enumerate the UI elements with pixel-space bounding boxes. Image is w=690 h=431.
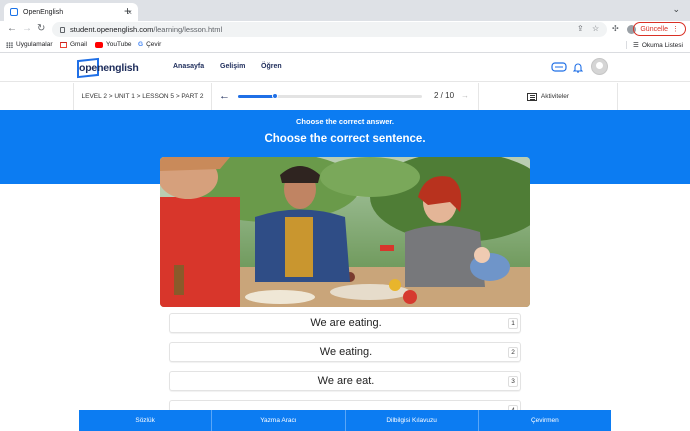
apps-grid-icon	[6, 41, 13, 48]
answer-option-3[interactable]: We are eat. 3	[169, 371, 521, 391]
update-label: Güncelle	[640, 25, 668, 33]
nav-progress[interactable]: Gelişim	[220, 63, 245, 70]
bookmark-label: Uygulamalar	[16, 41, 53, 48]
previous-arrow-icon[interactable]: ←	[219, 90, 230, 102]
browser-tab[interactable]: OpenEnglish ×	[4, 3, 138, 21]
lesson-photo	[160, 157, 530, 307]
bookmarks-bar: Uygulamalar Gmail YouTube G Çevir ☰ Okum…	[0, 38, 690, 53]
url-domain: student.openenglish.com	[70, 25, 154, 34]
option-text: We are eat.	[317, 375, 375, 387]
google-icon: G	[138, 41, 144, 48]
bookmark-gmail[interactable]: Gmail	[60, 41, 87, 48]
grammar-guide-button[interactable]: Dilbilgisi Kılavuzu	[345, 410, 479, 431]
share-icon[interactable]: ⇪	[577, 24, 584, 33]
bookmark-label: YouTube	[106, 41, 132, 48]
activities-button[interactable]: Aktiviteler	[478, 83, 618, 110]
activities-label: Aktiviteler	[540, 93, 570, 100]
new-tab-button[interactable]: +	[124, 4, 131, 18]
breadcrumb: LEVEL 2 > UNIT 1 > LESSON 5 > PART 2	[73, 83, 212, 110]
nav-home[interactable]: Anasayfa	[173, 63, 204, 70]
option-text: We are eating.	[310, 317, 382, 329]
bookmark-youtube[interactable]: YouTube	[95, 41, 132, 48]
bookmark-label: Gmail	[70, 41, 87, 48]
progress-bar	[238, 93, 422, 99]
bookmark-star-icon[interactable]: ☆	[592, 24, 599, 33]
reading-list-button[interactable]: ☰ Okuma Listesi	[625, 41, 683, 49]
reading-list-label: Okuma Listesi	[641, 41, 683, 49]
chat-icon[interactable]	[551, 62, 567, 75]
option-number: 2	[508, 347, 518, 358]
reload-icon[interactable]: ↻	[37, 23, 45, 34]
tab-title: OpenEnglish	[23, 8, 64, 16]
openenglish-favicon-icon	[10, 8, 18, 16]
reading-list-icon: ☰	[632, 42, 639, 49]
writing-tool-button[interactable]: Yazma Aracı	[212, 410, 346, 431]
page-counter: 2 / 10	[434, 91, 455, 100]
progress-knob	[271, 93, 278, 99]
url-path: /learning/lesson.html	[153, 25, 223, 34]
bookmark-apps[interactable]: Uygulamalar	[6, 41, 53, 48]
bookmark-translate[interactable]: G Çevir	[138, 41, 161, 48]
forward-icon[interactable]: →	[22, 23, 32, 34]
lesson-bar: LEVEL 2 > UNIT 1 > LESSON 5 > PART 2 ← 2…	[0, 83, 690, 110]
option-text: We eating.	[319, 346, 373, 358]
translator-button[interactable]: Çevirmen	[478, 410, 611, 431]
browser-tab-bar: OpenEnglish × + ⌄	[0, 0, 690, 21]
list-icon	[526, 92, 537, 101]
address-bar[interactable]: student.openenglish.com/learning/lesson.…	[52, 22, 607, 37]
user-avatar[interactable]	[591, 58, 608, 75]
option-number: 1	[508, 318, 518, 329]
site-header: openenglish Anasayfa Gelişim Öğren	[0, 53, 690, 82]
back-icon[interactable]: ←	[7, 23, 17, 34]
browser-toolbar: ← → ↻ student.openenglish.com/learning/l…	[0, 21, 690, 38]
update-button[interactable]: Güncelle ⋮	[633, 22, 686, 36]
youtube-icon	[95, 41, 103, 48]
tab-search-icon[interactable]: ⌄	[672, 4, 680, 15]
answer-option-2[interactable]: We eating. 2	[169, 342, 521, 362]
dictionary-button[interactable]: Sözlük	[79, 410, 213, 431]
bell-icon[interactable]	[572, 62, 584, 75]
question-prompt: Choose the correct sentence.	[264, 133, 426, 145]
option-number: 3	[508, 376, 518, 387]
bookmark-label: Çevir	[146, 41, 162, 48]
logo-text: openenglish	[79, 62, 139, 74]
lock-icon	[60, 26, 65, 33]
extensions-icon[interactable]: ✣	[612, 24, 619, 33]
progress-fill	[238, 95, 275, 98]
nav-learn[interactable]: Öğren	[261, 63, 282, 70]
tools-bar: Sözlük Yazma Aracı Dilbilgisi Kılavuzu Ç…	[79, 410, 611, 431]
menu-dots-icon: ⋮	[672, 26, 679, 33]
openenglish-logo[interactable]: openenglish	[77, 57, 139, 79]
instruction-text: Choose the correct answer.	[296, 117, 394, 126]
answer-option-1[interactable]: We are eating. 1	[169, 313, 521, 333]
next-arrow-icon[interactable]: →	[461, 91, 469, 100]
gmail-icon	[60, 41, 67, 48]
